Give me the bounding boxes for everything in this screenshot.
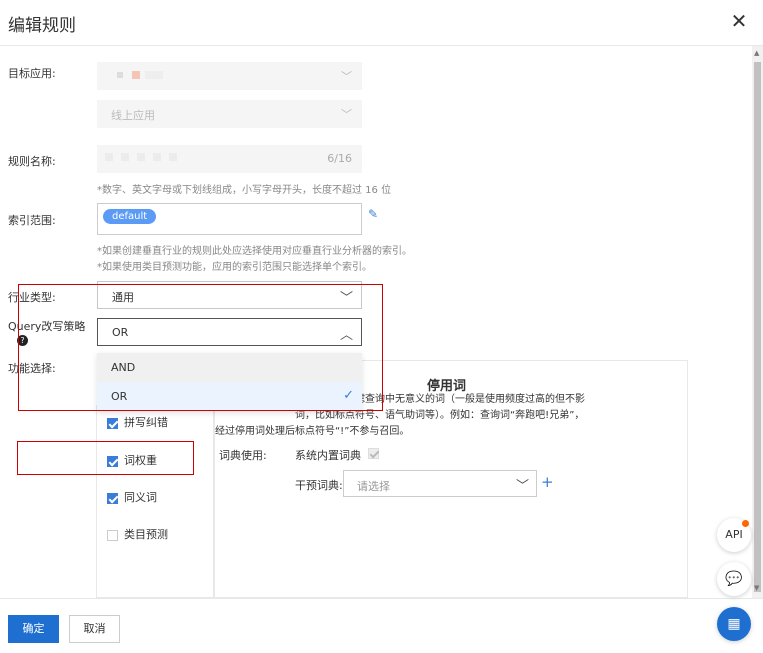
scroll-thumb[interactable] <box>754 62 761 592</box>
confirm-button[interactable]: 确定 <box>8 615 59 643</box>
rule-name-label: 规则名称: <box>8 155 56 168</box>
dict-use-label: 词典使用: <box>219 449 267 462</box>
index-tag[interactable]: default <box>103 209 157 224</box>
dialog-header: 编辑规则 ✕ <box>0 0 763 46</box>
rule-name-hint: *数字、英文字母或下划线组成，小写字母开头，长度不超过 16 位 <box>97 185 392 196</box>
intervene-placeholder: 请选择 <box>357 480 390 493</box>
cancel-button[interactable]: 取消 <box>69 615 120 643</box>
index-hint-2: *如果使用类目预测功能，应用的索引范围只能选择单个索引。 <box>97 262 372 273</box>
char-counter: 6/16 <box>327 152 352 165</box>
close-icon[interactable]: ✕ <box>728 10 750 32</box>
env-select[interactable]: 线上应用 ﹀ <box>97 100 362 128</box>
api-button[interactable]: API <box>717 518 751 552</box>
apps-icon[interactable]: ▦ <box>717 607 751 641</box>
checkbox[interactable] <box>107 529 118 541</box>
highlight-box <box>18 284 383 411</box>
target-app-label: 目标应用: <box>8 67 56 80</box>
function-list: 拼写纠错 词权重 同义词 类目预测 <box>96 405 214 598</box>
chat-icon[interactable]: 💬 <box>717 562 751 596</box>
system-dict-label: 系统内置词典 <box>295 449 361 462</box>
intervene-select[interactable]: 请选择 ﹀ <box>343 470 537 497</box>
target-app-select[interactable]: ﹀ <box>97 62 362 90</box>
notification-dot <box>742 520 749 527</box>
intervene-label: 干预词典: <box>295 479 343 492</box>
system-dict-checkbox <box>368 448 379 459</box>
rule-name-input[interactable]: 6/16 <box>97 145 362 173</box>
env-value: 线上应用 <box>111 109 155 122</box>
chevron-down-icon: ﹀ <box>341 70 352 83</box>
add-icon[interactable]: + <box>541 473 554 491</box>
dialog-footer: 确定 取消 <box>0 598 763 653</box>
scroll-up-icon[interactable]: ▲ <box>754 49 759 57</box>
chevron-down-icon: ﹀ <box>341 108 352 121</box>
index-hint-1: *如果创建垂直行业的规则此处应选择使用对应垂直行业分析器的索引。 <box>97 246 412 257</box>
chevron-down-icon: ﹀ <box>515 479 529 494</box>
highlight-box <box>17 441 194 475</box>
scroll-down-icon[interactable]: ▼ <box>754 584 759 592</box>
func-item-spell[interactable]: 拼写纠错 <box>107 414 168 430</box>
edit-icon[interactable]: ✎ <box>368 207 378 221</box>
dialog-title: 编辑规则 <box>8 16 76 36</box>
scrollbar[interactable]: ▲ ▼ <box>752 46 763 598</box>
checkbox[interactable] <box>107 417 118 429</box>
index-range-label: 索引范围: <box>8 214 56 227</box>
func-item-synonym[interactable]: 同义词 <box>107 489 157 505</box>
checkbox[interactable] <box>107 492 118 504</box>
func-item-category[interactable]: 类目预测 <box>107 526 168 542</box>
